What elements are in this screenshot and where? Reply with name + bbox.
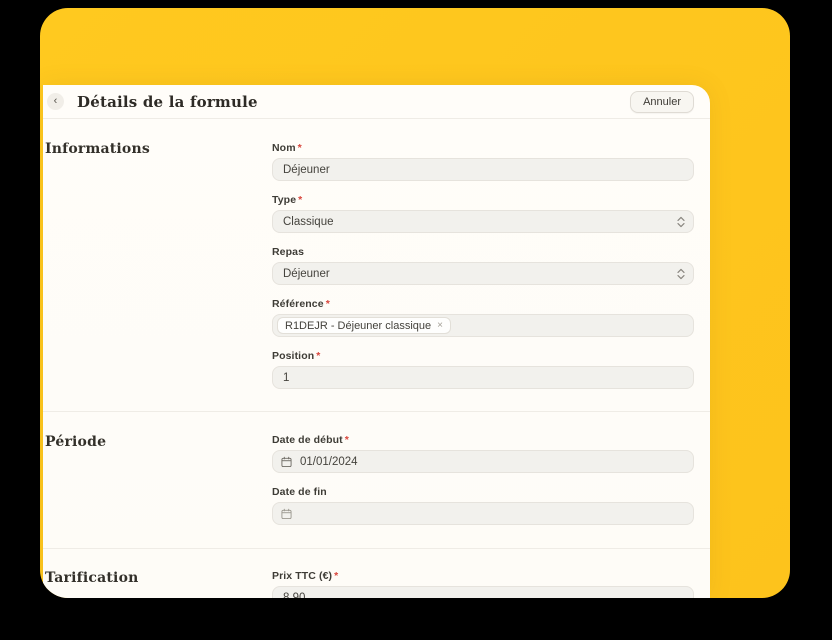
field-nom: Nom* [272,142,694,181]
nom-label: Nom* [272,142,694,154]
field-reference: Référence* R1DEJR - Déjeuner classique × [272,298,694,337]
date-debut-label: Date de début* [272,434,694,446]
type-select[interactable] [272,210,694,233]
section-tarification: Tarification Prix TTC (€)* [43,549,710,598]
reference-tag-chip: R1DEJR - Déjeuner classique × [277,317,451,334]
position-input[interactable] [272,366,694,389]
required-asterisk: * [298,142,302,154]
page-title: Détails de la formule [77,93,258,111]
back-button[interactable]: ‹ [47,93,64,110]
repas-label: Repas [272,246,694,258]
type-label: Type* [272,194,694,206]
date-fin-input[interactable] [272,502,694,525]
date-debut-input[interactable] [272,450,694,473]
required-asterisk: * [334,570,338,582]
required-asterisk: * [345,434,349,446]
prix-ttc-label: Prix TTC (€)* [272,570,694,582]
field-date-debut: Date de début* [272,434,694,473]
app-card: ‹ Détails de la formule Annuler Informat… [40,8,790,598]
field-type: Type* [272,194,694,233]
section-periode: Période Date de début* Date de fin [43,412,710,549]
field-prix-ttc: Prix TTC (€)* [272,570,694,598]
reference-tags-input[interactable]: R1DEJR - Déjeuner classique × [272,314,694,337]
section-informations: Informations Nom* Type* [43,119,710,412]
periode-heading: Période [45,434,272,450]
formula-details-panel: ‹ Détails de la formule Annuler Informat… [43,85,710,598]
position-label: Position* [272,350,694,362]
panel-header: ‹ Détails de la formule Annuler [43,85,710,119]
required-asterisk: * [326,298,330,310]
reference-label: Référence* [272,298,694,310]
prix-ttc-input[interactable] [272,586,694,598]
date-fin-label: Date de fin [272,486,694,498]
tarification-heading: Tarification [45,570,272,586]
reference-tag-text: R1DEJR - Déjeuner classique [285,320,431,332]
field-date-fin: Date de fin [272,486,694,525]
tag-remove-icon[interactable]: × [437,321,443,331]
chevron-left-icon: ‹ [54,96,58,107]
repas-select[interactable] [272,262,694,285]
field-repas: Repas [272,246,694,285]
informations-heading: Informations [45,141,272,157]
required-asterisk: * [316,350,320,362]
nom-input[interactable] [272,158,694,181]
cancel-button[interactable]: Annuler [630,91,694,113]
required-asterisk: * [298,194,302,206]
field-position: Position* [272,350,694,389]
